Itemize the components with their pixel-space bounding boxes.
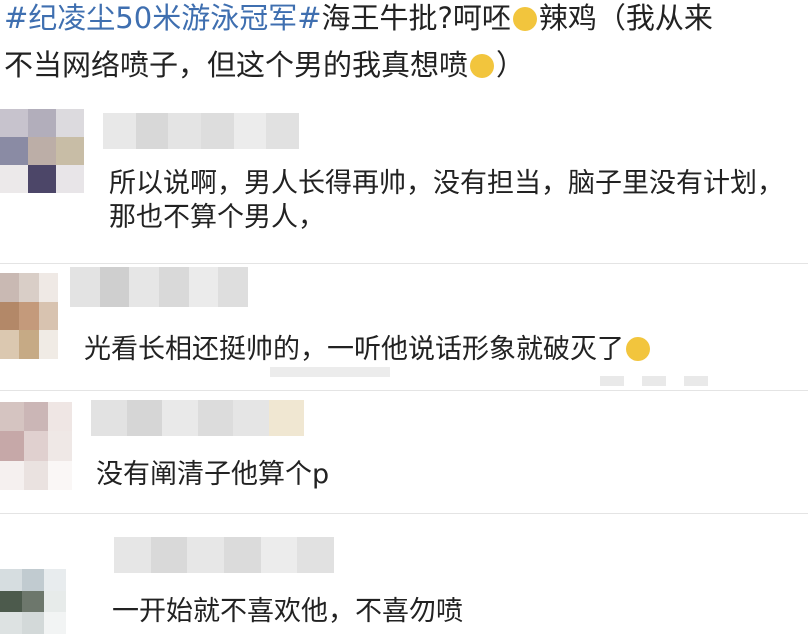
- username-pixel: [162, 400, 198, 436]
- avatar-pixel: [56, 109, 84, 137]
- post-text: 不当网络喷子，但这个男的我真想喷: [4, 48, 469, 82]
- avatar-pixel: [0, 165, 28, 193]
- username-pixel: [91, 400, 127, 436]
- username-pixel: [200, 113, 234, 149]
- username-pixel: [188, 267, 219, 307]
- username-pixel: [223, 537, 261, 573]
- avatar-pixel: [56, 137, 84, 165]
- avatar[interactable]: [0, 569, 66, 634]
- username-pixel: [297, 537, 334, 573]
- avatar[interactable]: [0, 402, 72, 490]
- avatar-pixel: [0, 431, 24, 461]
- avatar-pixel: [48, 431, 72, 461]
- comment-text: 所以说啊，男人长得再帅，没有担当，脑子里没有计划，那也不算个男人，: [109, 168, 784, 233]
- avatar-pixel: [19, 273, 39, 302]
- avatar-pixel: [0, 569, 22, 591]
- avatar-pixel: [28, 137, 56, 165]
- post-text: 辣鸡（我从来: [538, 1, 713, 35]
- username-pixel: [233, 113, 267, 149]
- avatar-pixel: [0, 137, 28, 165]
- avatar-pixel: [28, 109, 56, 137]
- avatar-pixel: [0, 612, 22, 634]
- username-blurred: [70, 267, 248, 307]
- post-text-line-2: 不当网络喷子，但这个男的我真想喷 ）: [4, 47, 525, 83]
- avatar[interactable]: [0, 273, 58, 359]
- username-pixel: [129, 267, 159, 307]
- avatar-pixel: [44, 612, 66, 634]
- avatar-pixel: [24, 460, 48, 490]
- comment-text: 没有阐清子他算个p: [96, 459, 330, 490]
- action-icons: [600, 376, 708, 386]
- avatar-pixel: [48, 460, 72, 490]
- avatar-pixel: [19, 301, 39, 331]
- post-text: 海王牛批?: [321, 1, 453, 35]
- username-blurred: [114, 537, 334, 573]
- username-pixel: [135, 113, 169, 149]
- avatar-pixel: [19, 330, 39, 359]
- avatar-pixel: [0, 273, 20, 302]
- username-pixel: [268, 400, 304, 436]
- post-text-line-1: #纪凌尘50米游泳冠军#海王牛批?呵呸 辣鸡（我从来: [4, 0, 713, 36]
- avatar-pixel: [24, 431, 48, 461]
- username-blurred: [103, 113, 299, 149]
- avatar-pixel: [0, 402, 24, 432]
- username-pixel: [260, 537, 298, 573]
- comment-text: 光看长相还挺帅的，一听他说话形象就破灭了: [84, 333, 652, 367]
- username-blurred: [91, 400, 304, 436]
- comment-item: 光看长相还挺帅的，一听他说话形象就破灭了: [0, 263, 808, 390]
- username-pixel: [114, 537, 151, 573]
- avatar-pixel: [38, 330, 58, 359]
- avatar-pixel: [0, 590, 22, 613]
- comment-text-content: 光看长相还挺帅的，一听他说话形象就破灭了: [84, 334, 624, 365]
- username-pixel: [218, 267, 248, 307]
- comment-text: 一开始就不喜欢他，不喜勿喷: [112, 596, 463, 627]
- avatar-pixel: [0, 460, 24, 490]
- avatar-pixel: [56, 165, 84, 193]
- smile-emoji-icon: [512, 7, 537, 31]
- username-pixel: [150, 537, 188, 573]
- post-text: ）: [496, 48, 526, 82]
- username-pixel: [103, 113, 136, 149]
- avatar-pixel: [0, 301, 20, 331]
- timestamp-blurred: [270, 367, 390, 377]
- comment-item: 一开始就不喜欢他，不喜勿喷: [0, 513, 808, 634]
- post-text: 呵呸: [452, 1, 511, 35]
- topic-link[interactable]: #纪凌尘50米游泳冠军#: [4, 1, 322, 35]
- avatar-pixel: [48, 402, 72, 432]
- username-pixel: [99, 267, 130, 307]
- smile-emoji-icon: [470, 54, 495, 78]
- username-pixel: [233, 400, 269, 436]
- like-icon[interactable]: [684, 376, 708, 386]
- username-pixel: [126, 400, 162, 436]
- smile-emoji-icon: [626, 337, 650, 361]
- username-pixel: [158, 267, 189, 307]
- avatar-pixel: [22, 590, 44, 613]
- avatar-pixel: [44, 590, 66, 613]
- avatar-pixel: [38, 301, 58, 331]
- comment-item: 没有阐清子他算个p: [0, 390, 808, 513]
- avatar-pixel: [24, 402, 48, 432]
- post-header: #纪凌尘50米游泳冠军#海王牛批?呵呸 辣鸡（我从来 不当网络喷子，但这个男的我真…: [0, 0, 808, 95]
- avatar-pixel: [0, 109, 28, 137]
- avatar-pixel: [28, 165, 56, 193]
- username-pixel: [197, 400, 233, 436]
- avatar[interactable]: [0, 109, 84, 193]
- avatar-pixel: [44, 569, 66, 591]
- avatar-pixel: [22, 612, 44, 634]
- avatar-pixel: [22, 569, 44, 591]
- username-pixel: [168, 113, 201, 149]
- comment-item: 所以说啊，男人长得再帅，没有担当，脑子里没有计划，那也不算个男人，: [0, 95, 808, 263]
- avatar-pixel: [38, 273, 58, 302]
- username-pixel: [70, 267, 100, 307]
- username-pixel: [266, 113, 299, 149]
- username-pixel: [187, 537, 224, 573]
- reply-icon[interactable]: [600, 376, 624, 386]
- avatar-pixel: [0, 330, 20, 359]
- comment-icon[interactable]: [642, 376, 666, 386]
